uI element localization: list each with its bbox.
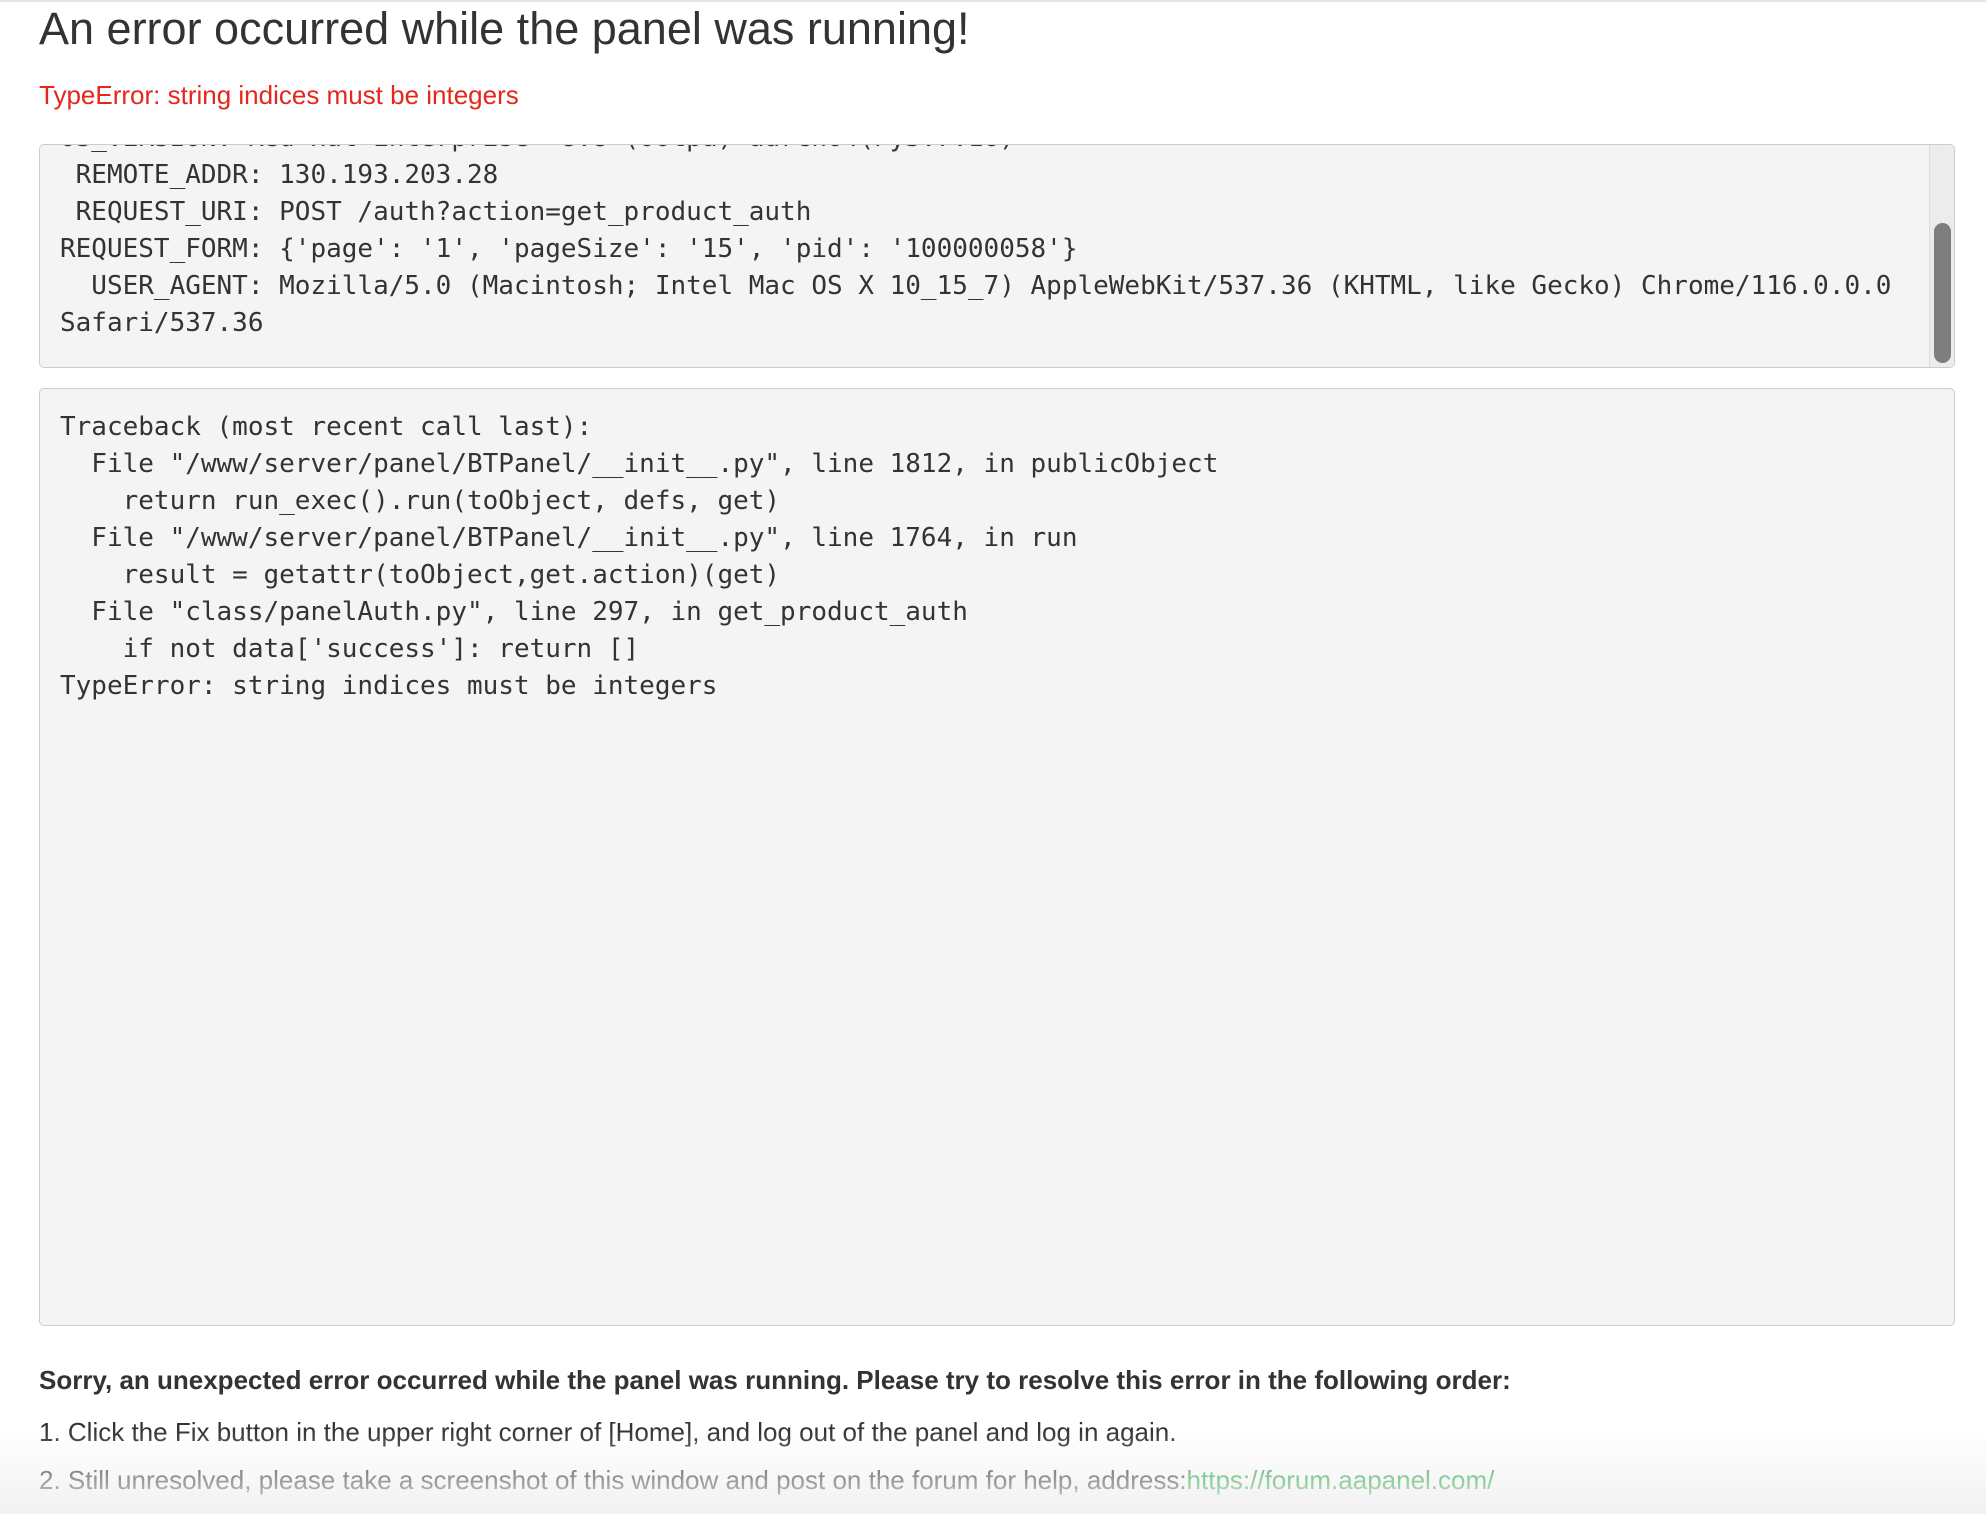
traceback-line: File "class/panelAuth.py", line 297, in … [60, 597, 968, 627]
request-info-box[interactable]: OS_VERSION: Red Hat Enterprise 8.8 (Ootp… [39, 144, 1955, 368]
page-title: An error occurred while the panel was ru… [39, 3, 970, 54]
traceback-line: Traceback (most recent call last): [60, 412, 593, 442]
traceback-line: File "/www/server/panel/BTPanel/__init__… [60, 523, 1078, 553]
traceback-line: return run_exec().run(toObject, defs, ge… [60, 486, 781, 516]
scrollbar-track[interactable] [1929, 145, 1954, 367]
request-info-line: REQUEST_FORM: {'page': '1', 'pageSize': … [60, 234, 1078, 264]
help-heading: Sorry, an unexpected error occurred whil… [39, 1365, 1511, 1395]
request-info-line: OS_VERSION: Red Hat Enterprise 8.8 (Ootp… [60, 145, 1924, 157]
traceback-line: File "/www/server/panel/BTPanel/__init__… [60, 449, 1219, 479]
error-message: TypeError: string indices must be intege… [39, 80, 519, 110]
traceback-box[interactable]: Traceback (most recent call last): File … [39, 388, 1955, 1326]
top-divider [0, 0, 1986, 2]
traceback-line: if not data['success']: return [] [60, 634, 640, 664]
request-info-line: REMOTE_ADDR: 130.193.203.28 [60, 160, 499, 190]
traceback-line: TypeError: string indices must be intege… [60, 671, 718, 701]
scrollbar-thumb[interactable] [1934, 223, 1951, 363]
request-info-content: OS_VERSION: Red Hat Enterprise 8.8 (Ootp… [60, 145, 1924, 342]
request-info-line: Safari/537.36 [60, 308, 264, 338]
traceback-line: result = getattr(toObject,get.action)(ge… [60, 560, 781, 590]
help-section: Sorry, an unexpected error occurred whil… [39, 1360, 1511, 1504]
forum-link[interactable]: https://forum.aapanel.com/ [1187, 1465, 1495, 1495]
help-step-1: 1. Click the Fix button in the upper rig… [39, 1417, 1177, 1447]
request-info-line: REQUEST_URI: POST /auth?action=get_produ… [60, 197, 812, 227]
traceback-content: Traceback (most recent call last): File … [60, 409, 1218, 705]
request-info-line: USER_AGENT: Mozilla/5.0 (Macintosh; Inte… [60, 271, 1892, 301]
help-step-2: 2. Still unresolved, please take a scree… [39, 1456, 1511, 1504]
help-step-2-text: 2. Still unresolved, please take a scree… [39, 1465, 1187, 1495]
